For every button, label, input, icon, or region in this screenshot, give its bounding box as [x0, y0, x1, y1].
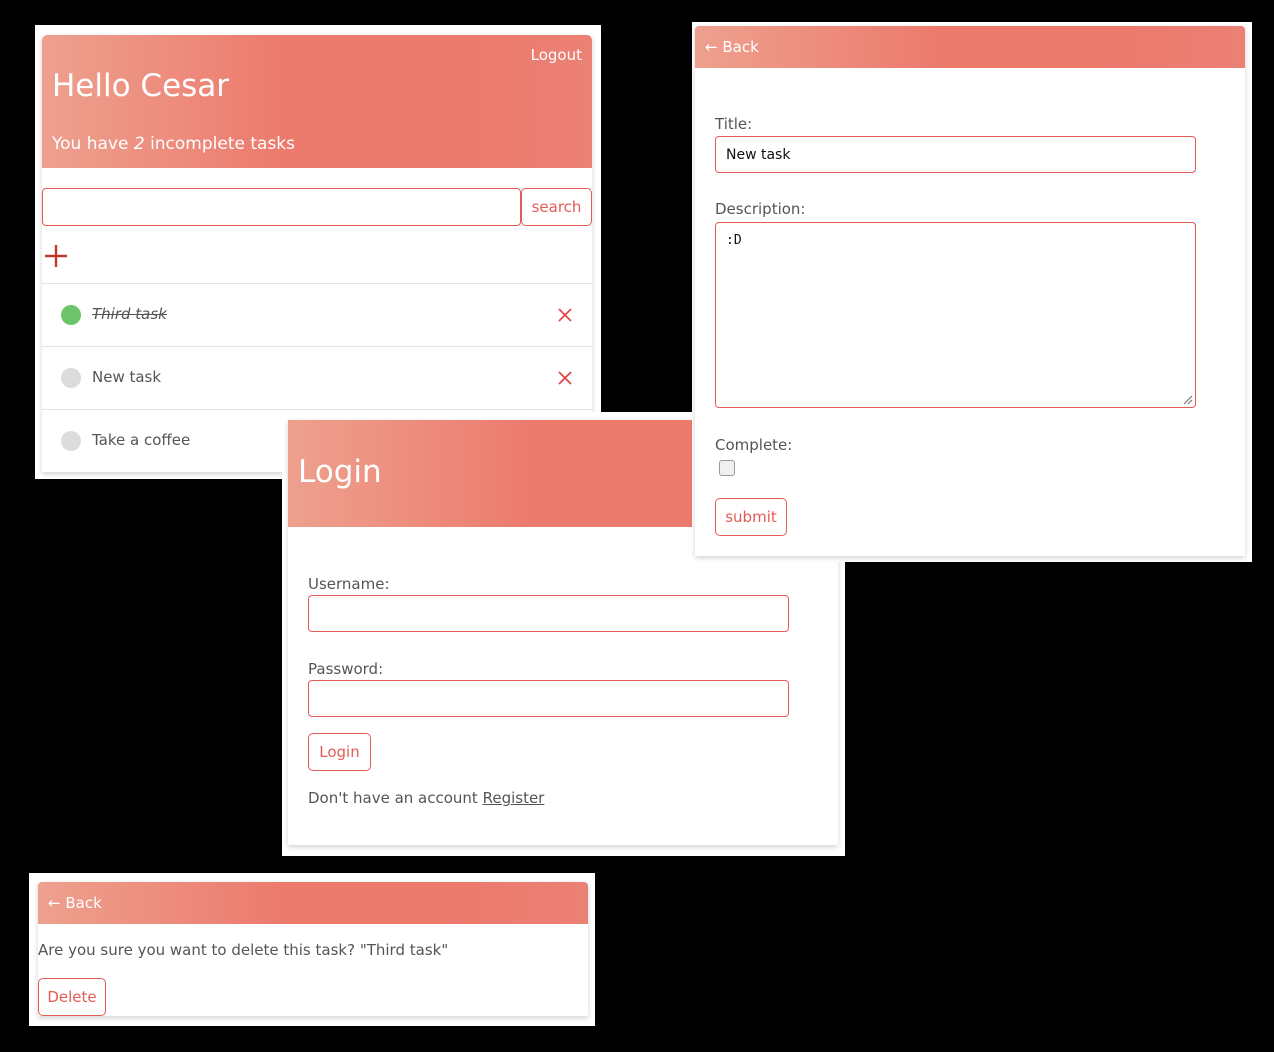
description-label: Description: — [715, 200, 806, 218]
complete-toggle-icon[interactable] — [61, 431, 81, 451]
complete-checkbox[interactable] — [719, 460, 735, 476]
register-link[interactable]: Register — [483, 789, 545, 807]
login-title: Login — [298, 454, 382, 490]
back-link[interactable]: ← Back — [705, 38, 759, 56]
password-label: Password: — [308, 660, 384, 678]
search-button[interactable]: search — [521, 188, 592, 226]
delete-confirm-screen: ← Back Are you sure you want to delete t… — [29, 873, 595, 1026]
task-list-header: Logout Hello Cesar You have 2 incomplete… — [42, 35, 592, 168]
submit-button[interactable]: submit — [715, 498, 787, 536]
delete-message: Are you sure you want to delete this tas… — [38, 941, 449, 959]
logout-link[interactable]: Logout — [531, 46, 582, 64]
description-textarea[interactable]: :D — [715, 222, 1196, 408]
edit-task-screen: ← Back Title: New task Description: :D C… — [692, 22, 1252, 562]
greeting-title: Hello Cesar — [52, 68, 230, 104]
summary-prefix: You have — [52, 134, 129, 154]
delete-header: ← Back — [38, 882, 588, 924]
task-row[interactable]: Third task — [42, 283, 592, 346]
task-row[interactable]: New task — [42, 346, 592, 409]
task-title[interactable]: Third task — [92, 305, 167, 323]
incomplete-count: 2 — [133, 134, 145, 154]
edit-header: ← Back — [695, 26, 1245, 68]
task-title[interactable]: Take a coffee — [92, 431, 190, 449]
complete-label: Complete: — [715, 436, 793, 454]
complete-toggle-icon[interactable] — [61, 368, 81, 388]
delete-button[interactable]: Delete — [38, 978, 106, 1016]
search-input[interactable] — [42, 188, 521, 226]
username-label: Username: — [308, 575, 390, 593]
username-input[interactable] — [308, 595, 789, 632]
password-input[interactable] — [308, 680, 789, 717]
complete-toggle-icon[interactable] — [61, 305, 81, 325]
login-button[interactable]: Login — [308, 733, 371, 771]
edit-task-card: ← Back Title: New task Description: :D C… — [695, 26, 1245, 556]
title-input[interactable]: New task — [715, 136, 1196, 173]
plus-icon[interactable] — [44, 244, 68, 268]
delete-confirm-card: ← Back Are you sure you want to delete t… — [38, 882, 588, 1016]
register-prompt: Don't have an account Register — [308, 789, 544, 807]
back-link[interactable]: ← Back — [48, 894, 102, 912]
task-list-screen: Logout Hello Cesar You have 2 incomplete… — [35, 25, 601, 479]
task-list-card: Logout Hello Cesar You have 2 incomplete… — [42, 35, 592, 472]
task-title[interactable]: New task — [92, 368, 161, 386]
resize-handle-icon[interactable] — [1181, 393, 1193, 405]
close-icon[interactable] — [556, 369, 574, 387]
incomplete-summary: You have 2 incomplete tasks — [52, 134, 295, 154]
description-text: :D — [726, 233, 742, 248]
title-label: Title: — [715, 115, 753, 133]
close-icon[interactable] — [556, 306, 574, 324]
no-account-text: Don't have an account — [308, 789, 478, 807]
summary-suffix: incomplete tasks — [150, 134, 296, 154]
